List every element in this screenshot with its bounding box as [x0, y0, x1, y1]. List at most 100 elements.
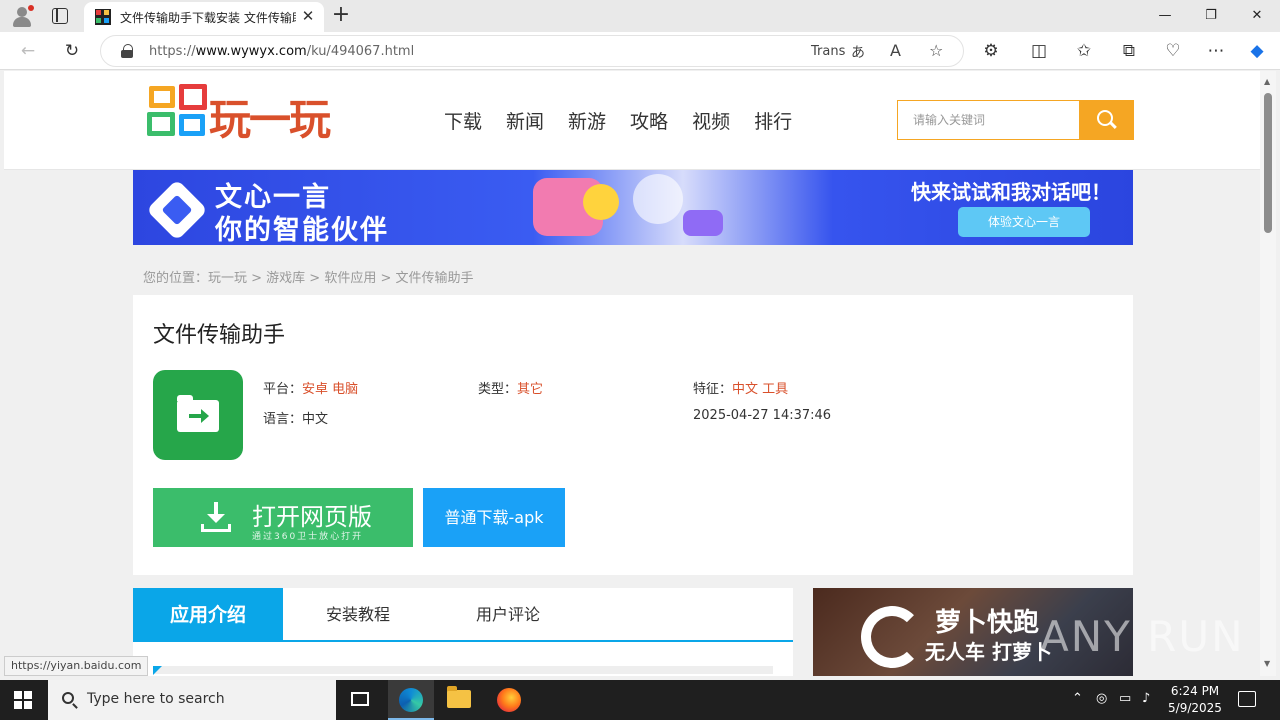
app-detail-card: 文件传输助手 平台：安卓 电脑 类型：其它 特征：中文 工具 语言：中文 202… [133, 295, 1133, 575]
new-tab-button[interactable]: + [330, 4, 352, 26]
tab-user-reviews[interactable]: 用户评论 [433, 588, 583, 640]
meta-language: 语言：中文 [263, 412, 329, 427]
status-link-preview: https://yiyan.baidu.com [4, 656, 149, 676]
clock-time: 6:24 PM [1170, 684, 1220, 698]
browser-tab-bar: 文件传输助手下载安装 文件传输助手 ✕ + — ❐ ✕ [0, 0, 1280, 32]
more-menu-icon[interactable]: ⋯ [1203, 39, 1229, 63]
type-value[interactable]: 其它 [517, 382, 543, 397]
watermark-text: ANY RUN [1040, 612, 1245, 661]
page-scrollbar[interactable]: ▲ ▼ [1260, 71, 1276, 676]
browser-tab-active[interactable]: 文件传输助手下载安装 文件传输助手 ✕ [84, 2, 324, 32]
tray-overflow-icon[interactable]: ⌃ [1072, 691, 1083, 706]
apk-download-button[interactable]: 普通下载-apk [423, 488, 565, 547]
ad-title: 萝卜快跑 [935, 608, 1040, 638]
read-aloud-icon[interactable]: A [890, 41, 901, 60]
file-explorer-icon [447, 686, 471, 708]
meta-type: 类型：其它 [478, 382, 544, 397]
nav-new-games[interactable]: 新游 [568, 107, 606, 134]
split-screen-icon[interactable]: ◫ [1026, 39, 1052, 63]
refresh-icon[interactable]: ↻ [59, 39, 85, 63]
edge-icon [399, 688, 423, 712]
folder-transfer-icon [177, 395, 219, 432]
browser-essentials-icon[interactable]: ♡ [1160, 39, 1186, 63]
logo-text: 玩一玩 [209, 95, 331, 144]
taskbar-edge[interactable] [388, 680, 434, 720]
banner-try-button[interactable]: 体验文心一言 [958, 207, 1090, 237]
volume-icon[interactable]: ♪ [1142, 691, 1150, 706]
nav-guides[interactable]: 攻略 [630, 107, 668, 134]
network-icon[interactable]: ▭ [1119, 691, 1131, 706]
breadcrumb[interactable]: 您的位置：玩一玩 > 游戏库 > 软件应用 > 文件传输助手 [143, 267, 473, 286]
scroll-down-icon[interactable]: ▼ [1264, 659, 1270, 668]
url-text[interactable]: https://www.wywyx.com/ku/494067.html [149, 44, 414, 59]
nav-videos[interactable]: 视频 [692, 107, 730, 134]
open-web-version-button[interactable]: 打开网页版 通过360卫士放心打开 [153, 488, 413, 547]
tab-close-icon[interactable]: ✕ [299, 7, 317, 25]
logo-mark-icon [147, 82, 211, 140]
nav-download[interactable]: 下载 [444, 107, 482, 134]
nav-news[interactable]: 新闻 [506, 107, 544, 134]
banner-illustration [493, 170, 753, 245]
search-input[interactable] [898, 101, 1078, 139]
language-value: 中文 [302, 412, 329, 427]
site-favicon-icon [95, 9, 111, 25]
feature-value[interactable]: 中文 工具 [732, 382, 788, 397]
scroll-thumb[interactable] [1264, 93, 1272, 233]
page-viewport: 玩一玩 下载 新闻 新游 攻略 视频 排行 文心一言 你的智能伙伴 快来 [4, 71, 1260, 676]
site-logo[interactable]: 玩一玩 [147, 82, 357, 144]
page-title: 文件传输助手 [153, 323, 286, 348]
scroll-up-icon[interactable]: ▲ [1264, 77, 1270, 86]
tab-install-guide[interactable]: 安装教程 [283, 588, 433, 640]
intro-divider [153, 666, 773, 674]
intro-corner-marker [153, 666, 162, 675]
task-view-button[interactable] [337, 680, 383, 720]
app-intro-section: 应用介绍 安装教程 用户评论 [133, 588, 793, 676]
lock-icon[interactable] [121, 44, 133, 58]
profile-icon[interactable] [11, 5, 34, 27]
taskbar-clock[interactable]: 6:24 PM 5/9/2025 [1160, 683, 1230, 717]
tab-actions-icon[interactable] [52, 8, 68, 24]
tray-security-icon[interactable]: ◎ [1096, 691, 1107, 706]
close-window-button[interactable]: ✕ [1234, 0, 1280, 32]
translate-icon[interactable]: あ [851, 42, 865, 62]
address-bar[interactable]: https://www.wywyx.com/ku/494067.html Tra… [100, 35, 964, 67]
download-icon [201, 502, 231, 532]
notification-icon[interactable] [1238, 691, 1256, 707]
task-view-icon [351, 692, 369, 706]
back-arrow-icon[interactable]: ← [15, 39, 41, 63]
windows-taskbar: Type here to search ⌃ ◎ ▭ ♪ 6:24 PM 5/9/… [0, 680, 1280, 720]
windows-start-icon[interactable] [14, 691, 32, 709]
clock-date: 5/9/2025 [1168, 701, 1222, 715]
taskbar-file-explorer[interactable] [436, 680, 482, 720]
banner-cta-text: 快来试试和我对话吧！ [911, 180, 1111, 204]
tab-app-intro[interactable]: 应用介绍 [133, 588, 283, 640]
copilot-icon[interactable]: ◆ [1244, 39, 1270, 63]
collections-icon[interactable]: ⧉ [1116, 39, 1142, 63]
ad-logo-icon [861, 606, 923, 668]
main-nav: 下载 新闻 新游 攻略 视频 排行 [444, 107, 792, 134]
site-header: 玩一玩 下载 新闻 新游 攻略 视频 排行 [4, 71, 1260, 170]
platform-value[interactable]: 安卓 电脑 [302, 382, 358, 397]
banner-title-line2: 你的智能伙伴 [215, 215, 389, 245]
app-icon [153, 370, 243, 460]
open-web-sublabel: 通过360卫士放心打开 [252, 532, 364, 542]
browser-toolbar: ← ↻ https://www.wywyx.com/ku/494067.html… [0, 32, 1280, 70]
translate-label[interactable]: Trans [811, 44, 845, 59]
taskbar-firefox[interactable] [486, 680, 532, 720]
taskbar-search-box[interactable]: Type here to search [48, 680, 336, 720]
favorites-icon[interactable]: ✩ [1071, 39, 1097, 63]
firefox-icon [497, 688, 521, 712]
meta-updated-date: 2025-04-27 14:37:46 [693, 408, 832, 423]
ernie-logo-icon [146, 179, 208, 241]
nav-rankings[interactable]: 排行 [754, 107, 792, 134]
search-button[interactable] [1079, 100, 1134, 140]
tab-title: 文件传输助手下载安装 文件传输助手 [120, 11, 296, 25]
favorite-star-icon[interactable]: ☆ [929, 41, 943, 60]
restore-button[interactable]: ❐ [1188, 0, 1234, 32]
intro-tabs: 应用介绍 安装教程 用户评论 [133, 588, 793, 642]
minimize-button[interactable]: — [1142, 0, 1188, 32]
open-web-label: 打开网页版 [252, 503, 372, 531]
promo-banner[interactable]: 文心一言 你的智能伙伴 快来试试和我对话吧！ 体验文心一言 [133, 170, 1133, 245]
extensions-icon[interactable]: ⚙ [978, 39, 1004, 63]
meta-feature: 特征：中文 工具 [693, 382, 789, 397]
